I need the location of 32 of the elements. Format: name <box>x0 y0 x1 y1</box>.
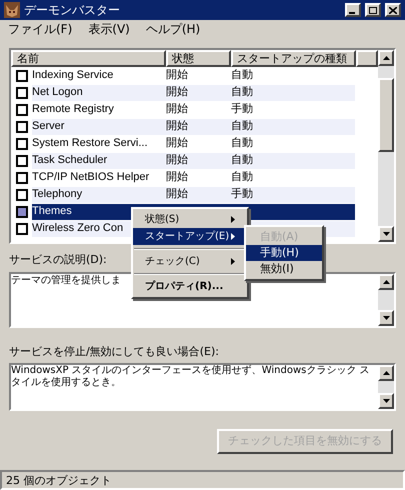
table-cell: 開始 <box>166 153 188 166</box>
table-cell: 開始 <box>166 170 188 184</box>
table-cell: 開始 <box>166 102 188 116</box>
status-bar: 25 個のオブジェクト <box>0 470 405 490</box>
table-cell: Telephony <box>32 188 82 200</box>
disable-note-text: WindowsXP スタイルのインターフェースを使用せず、Windowsクラシック スタイルを使用するとき。 <box>11 365 370 388</box>
table-cell: Themes <box>32 205 72 218</box>
table-cell-text: 自動 <box>231 152 253 168</box>
table-cell: Indexing Service <box>32 69 114 82</box>
table-cell: System Restore Servi... <box>32 137 148 150</box>
table-cell-text: 自動 <box>231 67 253 84</box>
table-cell: Server <box>32 120 64 132</box>
table-cell-text: 手動 <box>231 186 253 202</box>
disable-note-label: サービスを停止/無効にしても良い場合(E): <box>9 344 219 360</box>
table-cell: 開始 <box>166 68 188 82</box>
table-cell-text: 自動 <box>231 84 253 100</box>
table-cell-text: 自動 <box>231 169 253 186</box>
table-cell: 開始 <box>166 119 188 132</box>
table-cell: Remote Registry <box>32 103 114 116</box>
table-cell: Task Scheduler <box>32 154 108 166</box>
table-cell-text: 手動 <box>231 101 253 118</box>
table-cell-text: 自動 <box>231 135 253 152</box>
table-cell: Wireless Zero Con <box>32 222 124 234</box>
description-label: サービスの説明(D): <box>9 252 107 268</box>
table-cell: TCP/IP NetBIOS Helper <box>32 171 150 184</box>
table-cell: 開始 <box>166 187 188 200</box>
table-cell-text: 自動 <box>231 118 253 134</box>
window-title: デーモンバスター <box>24 2 121 19</box>
description-text: テーマの管理を提供しま <box>11 274 121 286</box>
table-cell: 開始 <box>166 85 188 98</box>
table-cell: Net Logon <box>32 86 83 98</box>
table-cell: 開始 <box>166 136 188 150</box>
